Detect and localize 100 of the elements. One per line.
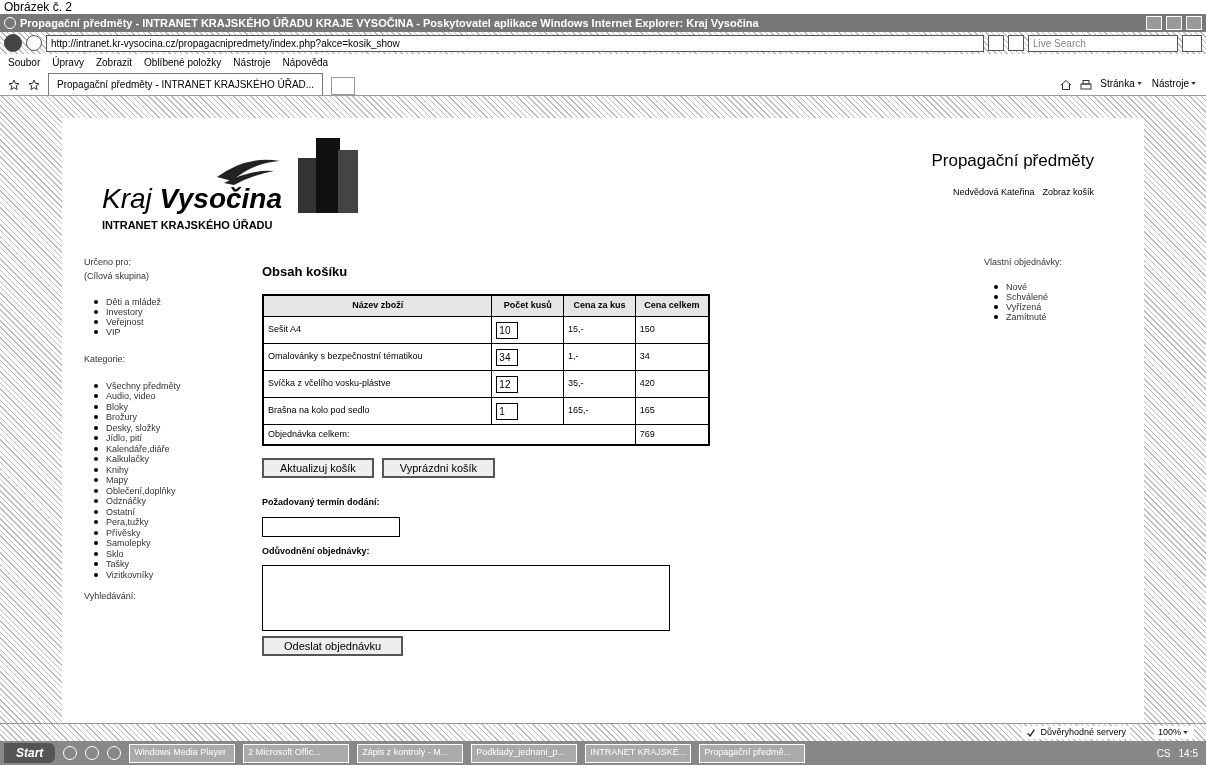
field-label: Požadovaný termín dodání: bbox=[262, 495, 381, 509]
search-field[interactable]: Live Search bbox=[1028, 34, 1178, 52]
table-cell: Omalovánky s bezpečnostní tématikou bbox=[263, 343, 492, 371]
sidebar-link[interactable]: Kalendáře,diáře bbox=[106, 443, 170, 454]
table-cell: 165,- bbox=[563, 397, 636, 425]
bullet-icon bbox=[94, 320, 98, 324]
sidebar-link[interactable]: Desky, složky bbox=[106, 422, 161, 433]
stop-button[interactable] bbox=[1008, 35, 1024, 51]
sidebar-link[interactable]: Přívěsky bbox=[106, 527, 141, 538]
bullet-icon bbox=[94, 488, 98, 493]
building-icon bbox=[298, 138, 359, 213]
sidebar-link[interactable]: Ostatní bbox=[106, 506, 135, 517]
bullet-icon bbox=[94, 541, 98, 546]
address-field[interactable]: http://intranet.kr-vysocina.cz/propagacnipredmety/index.php?akce=kosik_show bbox=[46, 34, 984, 52]
caption: Obrázek č. 2 bbox=[3, 0, 74, 14]
favorites-star-icon[interactable] bbox=[8, 79, 20, 91]
start-button[interactable]: Start bbox=[4, 743, 56, 763]
reason-field[interactable] bbox=[262, 564, 670, 631]
quantity-field[interactable]: 34 bbox=[496, 348, 519, 366]
menu-item[interactable]: Úpravy bbox=[52, 54, 84, 70]
date-field[interactable] bbox=[262, 517, 400, 537]
sidebar-link[interactable]: Sklo bbox=[106, 548, 124, 559]
language-indicator: CS bbox=[1156, 746, 1171, 761]
sidebar-link[interactable]: Schválené bbox=[1006, 291, 1049, 302]
table-cell: 1,- bbox=[563, 343, 636, 371]
print-icon[interactable] bbox=[1080, 79, 1093, 91]
bullet-icon bbox=[94, 457, 98, 462]
back-button[interactable] bbox=[4, 34, 22, 52]
command-button[interactable]: Nástroje bbox=[1151, 76, 1198, 91]
cart-link[interactable]: Zobraz košík bbox=[1042, 185, 1094, 199]
sidebar-link[interactable]: Brožury bbox=[106, 412, 137, 423]
window-title: Propagační předměty - INTRANET KRAJSKÉHO ÚŘADU KRAJE VYSOČINA - Poskytovatel aplikace Windows Internet Explorer: Kraj Vysočina bbox=[20, 15, 760, 31]
sidebar-link[interactable]: Knihy bbox=[106, 464, 129, 475]
sidebar-heading: Vlastní objednávky: bbox=[984, 256, 1064, 269]
sidebar-link[interactable]: Bloky bbox=[106, 401, 128, 412]
browser-tab[interactable]: Propagační předměty - INTRANET KRAJSKÉHO ÚŘAD... bbox=[48, 73, 324, 95]
column-header: Cena za kus bbox=[563, 294, 636, 317]
sidebar-link[interactable]: Odznáčky bbox=[106, 496, 147, 507]
sidebar-link[interactable]: Oblečení,doplňky bbox=[106, 485, 176, 496]
close-button[interactable] bbox=[1186, 16, 1202, 30]
menu-item[interactable]: Nástroje bbox=[233, 54, 271, 70]
column-header: Název zboží bbox=[263, 294, 492, 317]
add-favorite-icon[interactable] bbox=[28, 79, 40, 91]
caret-icon bbox=[1189, 79, 1198, 88]
sidebar-note: (Cílová skupina) bbox=[84, 269, 151, 283]
sidebar-link[interactable]: Audio, video bbox=[106, 391, 156, 402]
command-button[interactable]: Stránka bbox=[1100, 76, 1144, 91]
sidebar-link[interactable]: Kalkulačky bbox=[106, 454, 150, 465]
bullet-icon bbox=[994, 304, 998, 309]
sidebar-link[interactable]: Investory bbox=[106, 307, 143, 317]
minimize-button[interactable] bbox=[1146, 16, 1162, 30]
cart-button[interactable]: Aktualizuj košík bbox=[262, 457, 374, 478]
sidebar-link[interactable]: Zamítnuté bbox=[1006, 311, 1047, 322]
search-button[interactable] bbox=[1182, 34, 1202, 52]
bullet-icon bbox=[94, 425, 98, 430]
sidebar-link[interactable]: Děti a mládež bbox=[106, 297, 162, 307]
check-icon bbox=[1026, 727, 1037, 738]
sidebar-link[interactable]: Veřejnost bbox=[106, 317, 144, 327]
bullet-icon bbox=[94, 499, 98, 504]
menu-item[interactable]: Oblíbené položky bbox=[144, 54, 222, 70]
bullet-icon bbox=[94, 404, 98, 409]
forward-button[interactable] bbox=[26, 35, 42, 51]
cart-button[interactable]: Vyprázdni košík bbox=[381, 457, 496, 478]
sidebar-link[interactable]: Nové bbox=[1006, 281, 1027, 292]
user-name: Nedvědová Kateřina bbox=[952, 185, 1035, 199]
zoom-button[interactable]: 100% bbox=[1153, 725, 1194, 740]
home-icon[interactable] bbox=[1060, 79, 1073, 91]
menu-item[interactable]: Soubor bbox=[8, 54, 41, 70]
sidebar-link[interactable]: Samolepky bbox=[106, 538, 151, 549]
field-label: Odůvodnění objednávky: bbox=[262, 545, 371, 558]
sidebar-heading: Určeno pro: bbox=[84, 256, 133, 269]
logo-subtitle: INTRANET KRAJSKÉHO ÚŘADU bbox=[102, 218, 274, 233]
bullet-icon bbox=[94, 310, 98, 314]
bullet-icon bbox=[94, 530, 98, 535]
table-cell: 35,- bbox=[563, 370, 636, 398]
sidebar-link[interactable]: Pera,tužky bbox=[106, 517, 149, 528]
sidebar-link[interactable]: Vyřízená bbox=[1006, 301, 1042, 312]
quantity-field[interactable]: 1 bbox=[496, 402, 519, 420]
table-cell: Svíčka z včelího vosku-plástve bbox=[263, 370, 492, 398]
menu-item[interactable]: Nápověda bbox=[282, 54, 329, 70]
table-cell: Sešit A4 bbox=[263, 316, 492, 344]
sidebar-link[interactable]: Tašky bbox=[106, 559, 129, 570]
bullet-icon bbox=[94, 467, 98, 472]
new-tab-button[interactable] bbox=[331, 77, 356, 95]
sidebar-link[interactable]: Vizitkovníky bbox=[106, 569, 154, 580]
sidebar-heading: Kategorie: bbox=[84, 353, 127, 366]
sidebar-link[interactable]: Mapy bbox=[106, 475, 128, 486]
submit-button[interactable]: Odeslat objednávku bbox=[262, 635, 404, 656]
caret-icon bbox=[1181, 728, 1190, 737]
refresh-button[interactable] bbox=[988, 35, 1004, 51]
maximize-button[interactable] bbox=[1166, 16, 1182, 30]
sidebar-link[interactable]: Jídlo, pití bbox=[106, 433, 143, 444]
menu-item[interactable]: Zobrazit bbox=[95, 54, 133, 70]
sidebar-link[interactable]: VIP bbox=[106, 327, 121, 337]
bullet-icon bbox=[94, 446, 98, 451]
bullet-icon bbox=[994, 314, 998, 319]
quantity-field[interactable]: 12 bbox=[496, 375, 519, 393]
quantity-field[interactable]: 10 bbox=[496, 321, 519, 339]
sidebar-link[interactable]: Všechny předměty bbox=[106, 380, 181, 391]
bullet-icon bbox=[94, 509, 98, 514]
